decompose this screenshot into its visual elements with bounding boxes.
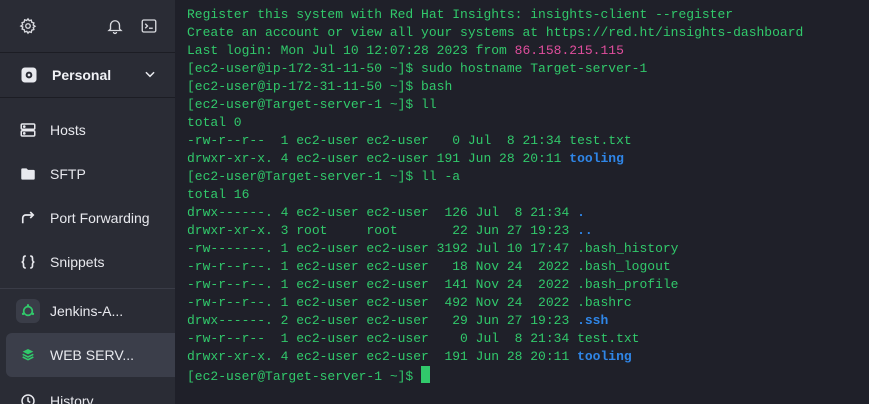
sidebar-item-label: Hosts xyxy=(50,122,86,138)
terminal-line: -rw-r--r--. 1 ec2-user ec2-user 492 Nov … xyxy=(187,294,803,312)
terminal-line: Register this system with Red Hat Insigh… xyxy=(187,6,803,24)
terminal-line-text: total 16 xyxy=(187,187,250,202)
chevron-down-icon[interactable] xyxy=(143,67,157,86)
terminal-line-text: [ec2-user@Target-server-1 ~]$ ll -a xyxy=(187,169,461,184)
terminal-line-text: -rw-r--r--. 1 ec2-user ec2-user 492 Nov … xyxy=(187,295,632,310)
terminal-prompt: [ec2-user@Target-server-1 ~]$ xyxy=(187,369,422,384)
terminal-line-text: [ec2-user@Target-server-1 ~]$ ll xyxy=(187,97,437,112)
bell-icon[interactable] xyxy=(103,14,127,38)
terminal-line-text: drwx------. 2 ec2-user ec2-user 29 Jun 2… xyxy=(187,313,578,328)
terminal-prompt-line[interactable]: [ec2-user@Target-server-1 ~]$ xyxy=(187,366,803,384)
sidebar-item-snippets[interactable]: Snippets xyxy=(0,240,175,284)
vault-icon xyxy=(18,64,40,86)
terminal-line-text: [ec2-user@ip-172-31-11-50 ~]$ sudo hostn… xyxy=(187,61,648,76)
sidebar-item-label: SFTP xyxy=(50,166,86,182)
terminal-line-text: [ec2-user@ip-172-31-11-50 ~]$ bash xyxy=(187,79,453,94)
sidebar-item-label: Snippets xyxy=(50,254,105,270)
terminal-line: -rw-------. 1 ec2-user ec2-user 3192 Jul… xyxy=(187,240,803,258)
port-forwarding-icon xyxy=(18,208,38,228)
terminal-line: total 16 xyxy=(187,186,803,204)
vault-selector[interactable]: Personal xyxy=(0,53,175,98)
terminal-line: -rw-r--r-- 1 ec2-user ec2-user 0 Jul 8 2… xyxy=(187,132,803,150)
sidebar-item-sftp[interactable]: SFTP xyxy=(0,152,175,196)
terminal-line-text: -rw-r--r--. 1 ec2-user ec2-user 18 Nov 2… xyxy=(187,259,671,274)
terminal-line-text: drwxr-xr-x. 3 root root 22 Jun 27 19:23 xyxy=(187,223,578,238)
terminal-line: drwx------. 2 ec2-user ec2-user 29 Jun 2… xyxy=(187,312,803,330)
terminal-line: total 0 xyxy=(187,114,803,132)
host-item-label: WEB SERV... xyxy=(50,347,135,363)
host-item-web-server[interactable]: WEB SERV... xyxy=(6,333,175,377)
terminal-line: drwxr-xr-x. 3 root root 22 Jun 27 19:23 … xyxy=(187,222,803,240)
directory-name: .ssh xyxy=(577,313,609,328)
terminal-line: -rw-r--r--. 1 ec2-user ec2-user 18 Nov 2… xyxy=(187,258,803,276)
folder-icon xyxy=(18,164,38,184)
braces-icon xyxy=(18,252,38,272)
terminal-line-text: drwx------. 4 ec2-user ec2-user 126 Jul … xyxy=(187,205,578,220)
terminal-line-text: -rw-r--r-- 1 ec2-user ec2-user 0 Jul 8 2… xyxy=(187,331,640,346)
terminal-icon[interactable] xyxy=(137,14,161,38)
terminal-line: Create an account or view all your syste… xyxy=(187,24,803,42)
terminal-line-text: drwxr-xr-x. 4 ec2-user ec2-user 191 Jun … xyxy=(187,151,570,166)
terminal-line-text: Register this system with Red Hat Insigh… xyxy=(187,7,734,22)
ip-address: 86.158.215.115 xyxy=(514,43,624,58)
sidebar-item-hosts[interactable]: Hosts xyxy=(0,108,175,152)
sidebar: Personal Hosts SFTP Port Forwarding Snip… xyxy=(0,0,175,404)
directory-name: .. xyxy=(577,223,593,238)
terminal-line: -rw-r--r-- 1 ec2-user ec2-user 0 Jul 8 2… xyxy=(187,330,803,348)
terminal-line: [ec2-user@ip-172-31-11-50 ~]$ sudo hostn… xyxy=(187,60,803,78)
sidebar-item-label: History xyxy=(50,393,94,404)
sidebar-topbar xyxy=(0,0,175,53)
terminal-line: [ec2-user@Target-server-1 ~]$ ll -a xyxy=(187,168,803,186)
host-item-jenkins[interactable]: Jenkins-A... xyxy=(0,289,175,333)
ubuntu-icon xyxy=(16,299,40,323)
app-window: Personal Hosts SFTP Port Forwarding Snip… xyxy=(0,0,869,404)
terminal-cursor xyxy=(421,366,431,383)
vault-label: Personal xyxy=(52,67,112,83)
directory-name: . xyxy=(577,205,585,220)
terminal-line-text: Last login: Mon Jul 10 12:07:28 2023 fro… xyxy=(187,43,515,58)
terminal-line: drwxr-xr-x. 4 ec2-user ec2-user 191 Jun … xyxy=(187,348,803,366)
terminal-line-text: total 0 xyxy=(187,115,242,130)
terminal-line: [ec2-user@Target-server-1 ~]$ ll xyxy=(187,96,803,114)
terminal-line-text: Create an account or view all your syste… xyxy=(187,25,804,40)
directory-name: tooling xyxy=(577,349,632,364)
terminal-line: -rw-r--r--. 1 ec2-user ec2-user 141 Nov … xyxy=(187,276,803,294)
terminal-line: drwxr-xr-x. 4 ec2-user ec2-user 191 Jun … xyxy=(187,150,803,168)
host-item-label: Jenkins-A... xyxy=(50,303,124,319)
terminal-line: [ec2-user@ip-172-31-11-50 ~]$ bash xyxy=(187,78,803,96)
directory-name: tooling xyxy=(569,151,624,166)
terminal-line-text: -rw-r--r-- 1 ec2-user ec2-user 0 Jul 8 2… xyxy=(187,133,632,148)
terminal-line-text: drwxr-xr-x. 4 ec2-user ec2-user 191 Jun … xyxy=(187,349,578,364)
server-icon xyxy=(16,343,40,367)
hosts-icon xyxy=(18,120,38,140)
terminal-output: Register this system with Red Hat Insigh… xyxy=(187,6,803,384)
terminal-pane[interactable]: Register this system with Red Hat Insigh… xyxy=(175,0,869,404)
sidebar-item-port-forwarding[interactable]: Port Forwarding xyxy=(0,196,175,240)
terminal-line-text: -rw-r--r--. 1 ec2-user ec2-user 141 Nov … xyxy=(187,277,679,292)
sidebar-item-history[interactable]: History xyxy=(0,379,175,404)
sidebar-item-label: Port Forwarding xyxy=(50,210,150,226)
terminal-line: Last login: Mon Jul 10 12:07:28 2023 fro… xyxy=(187,42,803,60)
terminal-line-text: -rw-------. 1 ec2-user ec2-user 3192 Jul… xyxy=(187,241,679,256)
history-icon xyxy=(18,391,38,404)
terminal-line: drwx------. 4 ec2-user ec2-user 126 Jul … xyxy=(187,204,803,222)
gear-icon[interactable] xyxy=(16,14,40,38)
